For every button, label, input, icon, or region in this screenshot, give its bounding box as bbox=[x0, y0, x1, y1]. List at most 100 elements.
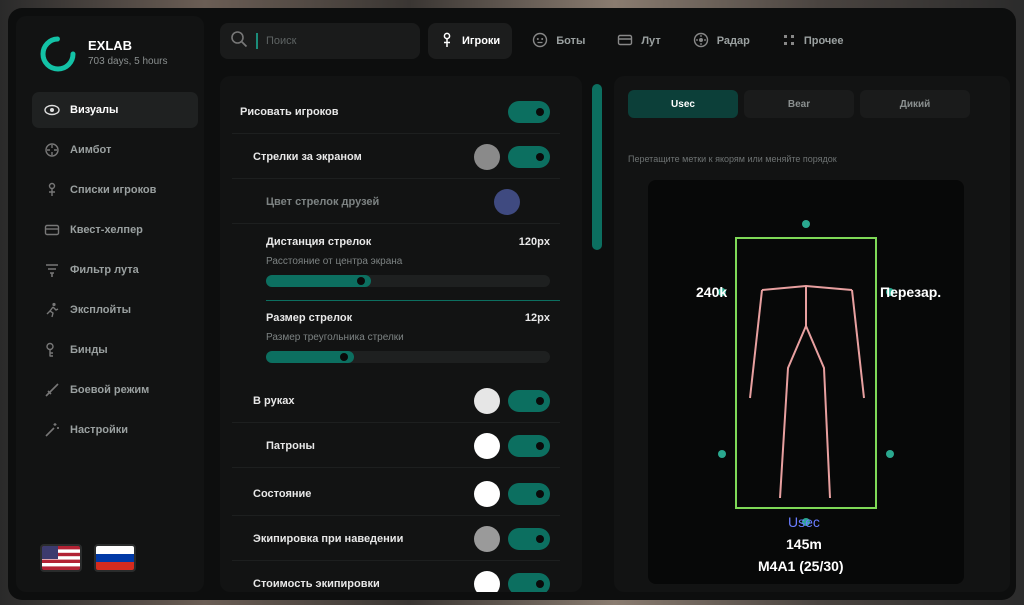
sidebar-item-settings[interactable]: Настройки bbox=[32, 412, 198, 448]
faction-label[interactable]: Usec bbox=[788, 514, 820, 530]
esp-preview-panel: Usec Bear Дикий Перетащите метки к якоря… bbox=[614, 76, 1010, 592]
gear-on-hover-toggle[interactable] bbox=[508, 527, 550, 550]
sidebar-item-label: Фильтр лута bbox=[70, 264, 139, 276]
sidebar-item-loot-filter[interactable]: Фильтр лута bbox=[32, 252, 198, 288]
search-input[interactable] bbox=[266, 35, 406, 47]
tab-label: Радар bbox=[716, 35, 750, 47]
bounding-box bbox=[735, 237, 877, 509]
reload-label[interactable]: Перезар. bbox=[880, 284, 941, 300]
setting-offscreen-arrows: Стрелки за экраном bbox=[232, 135, 560, 179]
setting-label: Стрелки за экраном bbox=[253, 150, 362, 163]
faction-tabs: Usec Bear Дикий bbox=[628, 90, 970, 118]
sidebar-item-visuals[interactable]: Визуалы bbox=[32, 92, 198, 128]
filter-icon bbox=[44, 262, 60, 278]
setting-friend-arrow-color: Цвет стрелок друзей bbox=[232, 180, 560, 224]
tab-wild[interactable]: Дикий bbox=[860, 90, 970, 118]
slider-title: Дистанция стрелок bbox=[266, 236, 372, 248]
state-color-swatch[interactable] bbox=[474, 480, 500, 507]
sidebar-item-player-lists[interactable]: Списки игроков bbox=[32, 172, 198, 208]
tab-other[interactable]: Прочее bbox=[770, 23, 856, 59]
eye-icon bbox=[44, 102, 60, 118]
draw-players-toggle[interactable] bbox=[508, 100, 550, 123]
tab-usec[interactable]: Usec bbox=[628, 90, 738, 118]
gear-value-label[interactable]: 240k bbox=[696, 284, 727, 300]
radar-icon bbox=[693, 32, 709, 51]
setting-label: Стоимость экипировки bbox=[253, 578, 380, 590]
offscreen-arrows-toggle[interactable] bbox=[508, 145, 550, 168]
setting-state: Состояние bbox=[232, 472, 560, 516]
language-switcher bbox=[40, 544, 136, 572]
setting-label: Состояние bbox=[253, 487, 312, 500]
setting-label: Экипировка при наведении bbox=[253, 532, 404, 545]
gear-value-color-swatch[interactable] bbox=[474, 571, 500, 592]
arrow-color-swatch[interactable] bbox=[474, 143, 500, 170]
settings-scrollbar[interactable] bbox=[592, 84, 602, 250]
arrow-size-slider-block: Размер стрелок 12px Размер треугольника … bbox=[266, 312, 550, 363]
tab-bots[interactable]: Боты bbox=[520, 23, 597, 59]
gear-hover-color-swatch[interactable] bbox=[474, 525, 500, 552]
settings-panel: Рисовать игроков Стрелки за экраном Цвет… bbox=[220, 76, 582, 592]
ru-flag-icon[interactable] bbox=[94, 544, 136, 572]
tab-bear[interactable]: Bear bbox=[744, 90, 854, 118]
search-caret bbox=[256, 33, 258, 49]
tab-label: Лут bbox=[641, 35, 661, 47]
sidebar-item-combat-mode[interactable]: Боевой режим bbox=[32, 372, 198, 408]
tab-loot[interactable]: Лут bbox=[605, 23, 672, 59]
setting-in-hands: В руках bbox=[232, 379, 560, 423]
person-icon bbox=[440, 32, 454, 51]
sidebar-item-label: Эксплойты bbox=[70, 304, 132, 316]
sidebar-item-quest-helper[interactable]: Квест-хелпер bbox=[32, 212, 198, 248]
friend-arrow-color-swatch[interactable] bbox=[494, 188, 520, 215]
slider-value: 12px bbox=[524, 312, 550, 324]
tab-label: Прочее bbox=[803, 35, 844, 47]
sidebar-item-label: Визуалы bbox=[70, 104, 119, 116]
slider-title: Размер стрелок bbox=[266, 312, 353, 324]
dots-icon bbox=[782, 33, 796, 50]
distance-label[interactable]: 145m bbox=[786, 536, 822, 552]
bot-face-icon bbox=[532, 32, 548, 51]
weapon-label[interactable]: M4A1 (25/30) bbox=[758, 558, 844, 574]
anchor-top[interactable] bbox=[802, 220, 810, 228]
sidebar-item-binds[interactable]: Бинды bbox=[32, 332, 198, 368]
setting-gear-value: Стоимость экипировки bbox=[232, 562, 560, 592]
anchor-right-bottom[interactable] bbox=[886, 450, 894, 458]
sidebar-item-label: Квест-хелпер bbox=[70, 224, 143, 236]
arrow-size-slider[interactable] bbox=[266, 351, 550, 363]
setting-ammo: Патроны bbox=[232, 424, 560, 468]
tab-radar[interactable]: Радар bbox=[681, 23, 762, 59]
ammo-toggle[interactable] bbox=[508, 434, 550, 457]
sidebar-item-label: Настройки bbox=[70, 424, 129, 436]
arrow-distance-slider[interactable] bbox=[266, 275, 550, 287]
sidebar-item-label: Списки игроков bbox=[70, 184, 157, 196]
state-toggle[interactable] bbox=[508, 482, 550, 505]
magic-wand-icon bbox=[44, 422, 60, 438]
ammo-color-swatch[interactable] bbox=[474, 432, 500, 459]
tab-players[interactable]: Игроки bbox=[428, 23, 513, 59]
sidebar-item-label: Бинды bbox=[70, 344, 108, 356]
gear-value-toggle[interactable] bbox=[508, 573, 550, 592]
key-icon bbox=[44, 342, 60, 358]
sidebar-item-label: Боевой режим bbox=[70, 384, 150, 396]
setting-draw-players: Рисовать игроков bbox=[232, 90, 560, 134]
arrow-distance-slider-block: Дистанция стрелок 120px Расстояние от це… bbox=[266, 236, 550, 287]
sidebar-nav: Визуалы Аимбот Списки игроков Квест-хелп… bbox=[32, 92, 198, 452]
sword-icon bbox=[44, 382, 60, 398]
anchor-left-bottom[interactable] bbox=[718, 450, 726, 458]
esp-preview-canvas: 240k Перезар. Usec 145m M4A1 (25/30) bbox=[648, 180, 964, 584]
setting-label: В руках bbox=[253, 394, 295, 407]
setting-gear-on-hover: Экипировка при наведении bbox=[232, 517, 560, 561]
sidebar-item-exploits[interactable]: Эксплойты bbox=[32, 292, 198, 328]
tab-label: Боты bbox=[556, 35, 586, 47]
in-hands-color-swatch[interactable] bbox=[474, 387, 500, 414]
player-skeleton bbox=[749, 284, 865, 499]
search-icon bbox=[230, 30, 248, 53]
setting-label: Цвет стрелок друзей bbox=[266, 195, 380, 208]
us-flag-icon[interactable] bbox=[40, 544, 82, 572]
crosshair-icon bbox=[44, 142, 60, 158]
in-hands-toggle[interactable] bbox=[508, 389, 550, 412]
slider-value: 120px bbox=[518, 236, 550, 248]
subscription-remaining: 703 days, 5 hours bbox=[88, 56, 168, 67]
slider-knob[interactable] bbox=[340, 353, 349, 361]
sidebar-item-aimbot[interactable]: Аимбот bbox=[32, 132, 198, 168]
app-title: EXLAB bbox=[88, 38, 133, 53]
